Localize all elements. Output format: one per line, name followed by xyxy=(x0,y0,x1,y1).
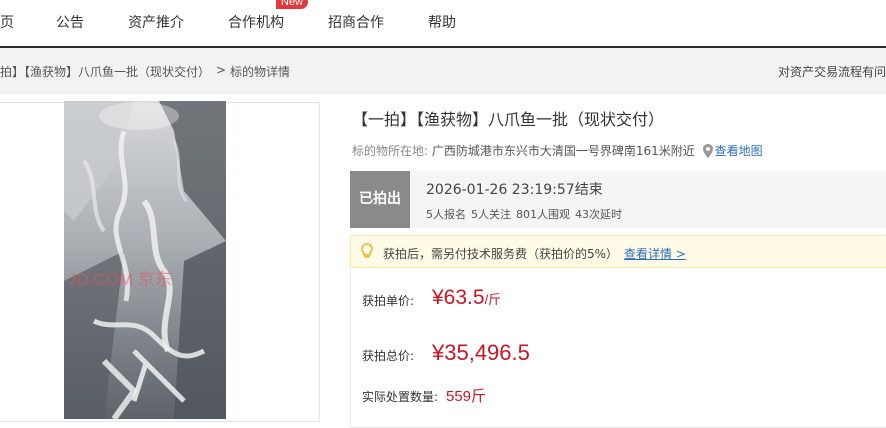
bulb-icon xyxy=(361,243,373,263)
unit-price-amount: ¥63.5 xyxy=(432,286,485,309)
product-title: 【一拍】【渔获物】八爪鱼一批（现状交付） xyxy=(352,110,665,129)
stat-extensions: 43次延时 xyxy=(575,208,622,221)
status-badge: 已拍出 xyxy=(350,171,410,228)
location-label: 标的物所在地: xyxy=(352,144,429,158)
auction-stats: 5人报名 5人关注 801人围观 43次延时 xyxy=(426,206,627,222)
nav-item-help[interactable]: 帮助 xyxy=(428,12,456,32)
service-fee-notice: 获拍后，需另付技术服务费（获拍价的5%） 查看详情 > xyxy=(350,235,886,268)
unit-price-unit: /斤 xyxy=(484,292,502,307)
total-price-label: 获拍总价: xyxy=(362,349,415,363)
image-watermark: JD.COM 京东 xyxy=(68,270,172,289)
total-price-value: ¥35,496.5 xyxy=(432,340,530,365)
auction-status-panel: 已拍出 2026-01-26 23:19:57结束 5人报名 5人关注 801人围观… xyxy=(350,171,886,228)
unit-price-label: 获拍单价: xyxy=(362,294,415,308)
quantity-label: 实际处置数量: xyxy=(362,390,439,404)
unit-price-value: ¥63.5/斤 xyxy=(432,286,501,310)
transaction-process-link[interactable]: 对资产交易流程有问 xyxy=(778,63,886,80)
breadcrumb-current: 标的物详情 xyxy=(230,65,291,79)
view-map-link[interactable]: 查看地图 xyxy=(715,144,763,158)
quantity-value: 559斤 xyxy=(446,388,487,405)
product-location: 标的物所在地: 广西防城港市东兴市大清国一号界碑南161米附近 查看地图 xyxy=(352,142,763,161)
nav-item-asset-promotion[interactable]: 资产推介 xyxy=(128,12,184,32)
breadcrumb-separator: > xyxy=(216,63,227,77)
stat-registered: 5人报名 xyxy=(426,208,466,221)
breadcrumb: 拍】【渔获物】八爪鱼一批（现状交付） > 标的物详情 对资产交易流程有问 xyxy=(0,48,886,94)
view-details-link[interactable]: 查看详情 > xyxy=(624,245,686,262)
breadcrumb-item-title[interactable]: 拍】【渔获物】八爪鱼一批（现状交付） xyxy=(0,63,210,80)
map-pin-icon xyxy=(702,144,713,161)
top-nav: 页 公告 资产推介 合作机构 New 招商合作 帮助 xyxy=(0,0,886,46)
product-image[interactable]: JD.COM 京东 xyxy=(64,101,226,419)
auction-end-time: 2026-01-26 23:19:57结束 xyxy=(426,182,603,198)
stat-viewers: 801人围观 xyxy=(516,208,570,221)
nav-item-home[interactable]: 页 xyxy=(0,12,14,32)
notice-text: 获拍后，需另付技术服务费（获拍价的5%） xyxy=(383,247,619,261)
octopus-photo xyxy=(64,101,226,419)
new-badge: New xyxy=(276,0,309,9)
stat-followers: 5人关注 xyxy=(471,208,511,221)
location-address: 广西防城港市东兴市大清国一号界碑南161米附近 xyxy=(431,144,695,158)
nav-item-partners[interactable]: 合作机构 xyxy=(228,12,284,32)
nav-item-business-cooperation[interactable]: 招商合作 xyxy=(328,12,384,32)
nav-item-announcements[interactable]: 公告 xyxy=(56,12,84,32)
